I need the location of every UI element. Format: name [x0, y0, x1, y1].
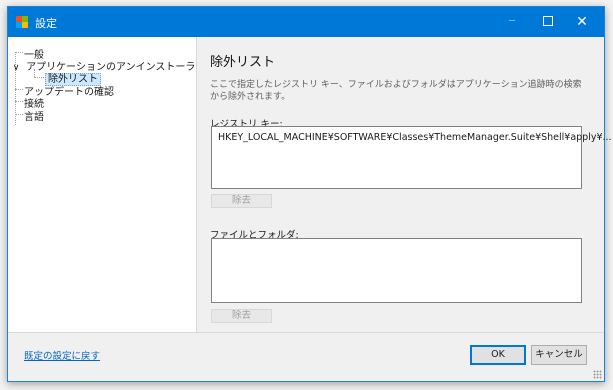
app-icon — [16, 16, 28, 28]
chevron-down-icon[interactable]: ∨ — [10, 63, 22, 73]
ok-button[interactable]: OK — [470, 345, 526, 365]
restore-defaults-link[interactable]: 既定の設定に戻す — [24, 348, 100, 362]
tree-item-label: 言語 — [24, 112, 44, 123]
files-folders-list[interactable] — [211, 238, 582, 303]
settings-window: 設定 ─ ✕ 一般 ∨ アプリケーションのアンインストーラ 除外リスト アップデ… — [7, 6, 612, 382]
tree-connector — [15, 52, 23, 53]
cancel-button[interactable]: キャンセル — [531, 345, 587, 365]
registry-keys-list[interactable]: HKEY_LOCAL_MACHINE¥SOFTWARE¥Classes¥Them… — [211, 126, 612, 189]
tree-connector — [15, 101, 23, 102]
title-bar[interactable]: 設定 ─ ✕ — [8, 7, 604, 37]
remove-registry-button[interactable]: 除去 — [211, 194, 272, 208]
maximize-button[interactable] — [530, 7, 566, 37]
maximize-icon — [543, 16, 553, 26]
window-title: 設定 — [35, 17, 57, 30]
minimize-icon: ─ — [508, 16, 516, 27]
close-icon: ✕ — [576, 14, 588, 30]
tree-item-app-uninstaller[interactable]: ∨ アプリケーションのアンインストーラ — [10, 58, 196, 73]
tree-connector — [15, 114, 23, 115]
remove-file-button[interactable]: 除去 — [211, 309, 272, 323]
tree-connector — [15, 89, 23, 90]
minimize-button[interactable]: ─ — [494, 7, 530, 37]
close-button[interactable]: ✕ — [564, 7, 600, 37]
section-title: 除外リスト — [210, 55, 276, 70]
tree-item-language[interactable]: 言語 — [24, 108, 44, 123]
tree-connector — [34, 77, 44, 78]
section-description: ここで指定したレジストリ キー、ファイルおよびフォルダはアプリケーション追跡時の… — [210, 80, 582, 102]
settings-tree: 一般 ∨ アプリケーションのアンインストーラ 除外リスト アップデートの確認 接… — [8, 37, 197, 333]
list-item[interactable]: HKEY_LOCAL_MACHINE¥SOFTWARE¥Classes¥Them… — [218, 132, 612, 143]
dialog-footer: 既定の設定に戻す OK キャンセル — [8, 332, 604, 381]
exclusion-list-panel: 除外リスト ここで指定したレジストリ キー、ファイルおよびフォルダはアプリケーシ… — [197, 37, 612, 333]
resize-grip[interactable] — [593, 370, 602, 379]
